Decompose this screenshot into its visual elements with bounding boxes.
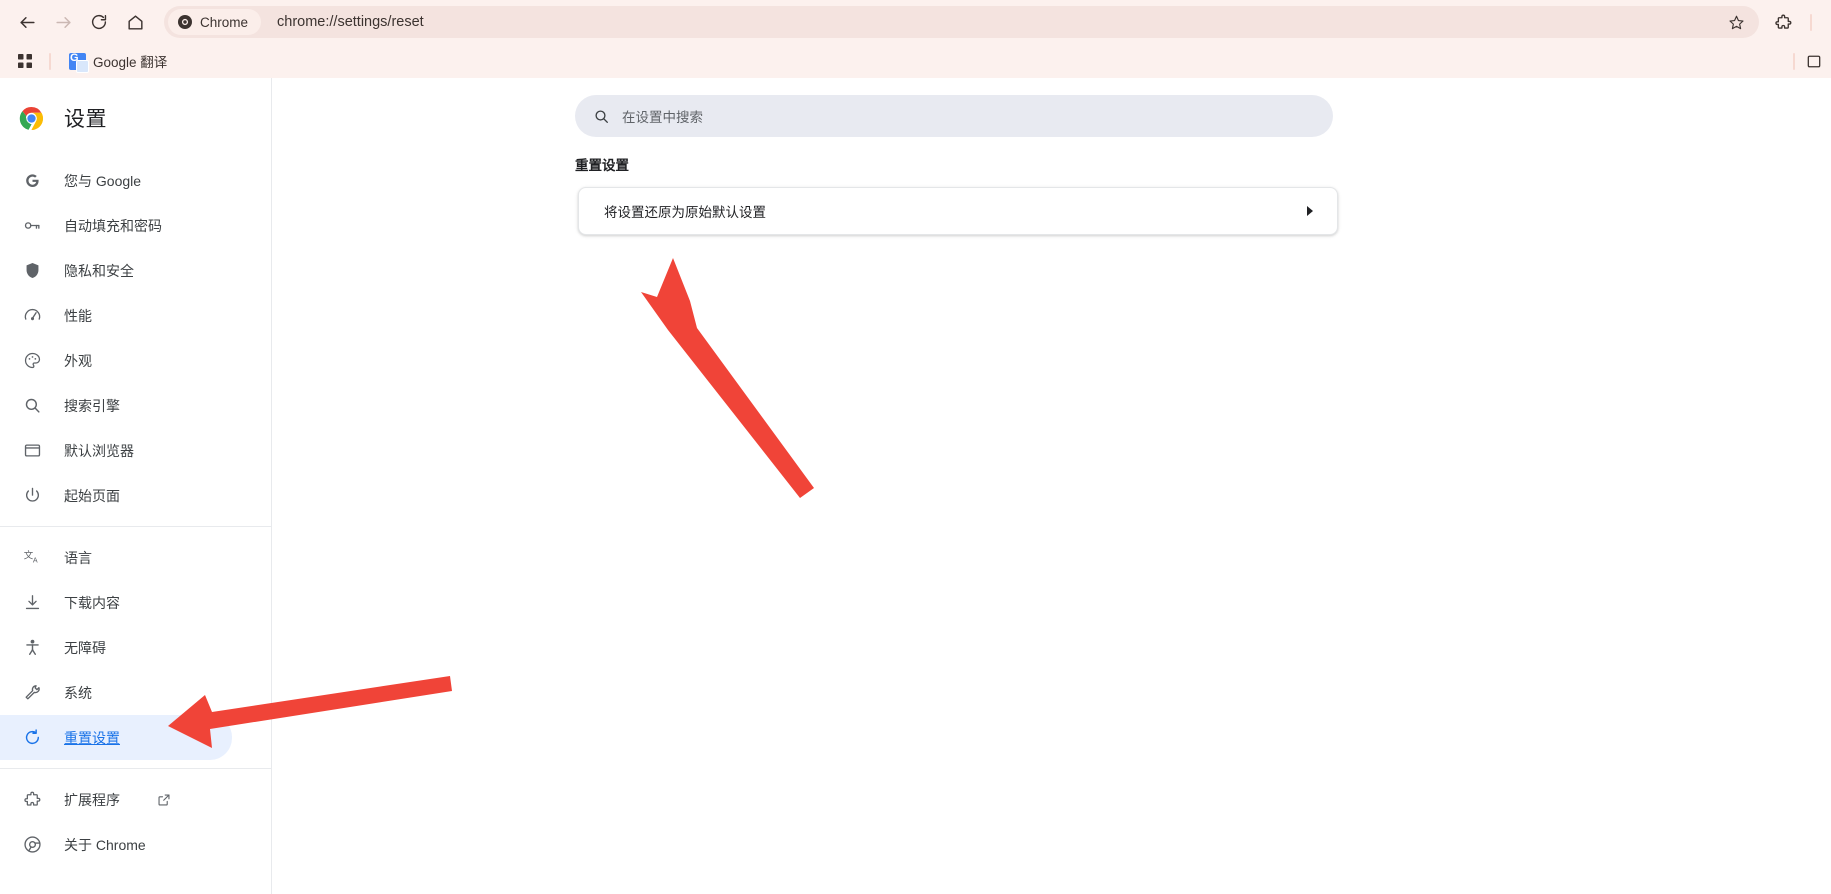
open-in-new-icon: [156, 792, 172, 808]
back-button[interactable]: [10, 5, 44, 39]
omnibox-url-text: chrome://settings/reset: [277, 14, 424, 30]
bookmark-label: Google 翻译: [93, 55, 168, 70]
home-button[interactable]: [118, 5, 152, 39]
page-title: 设置: [64, 108, 107, 131]
sidebar-item-on-startup[interactable]: 起始页面: [0, 473, 271, 518]
sidebar-item-autofill-passwords[interactable]: 自动填充和密码: [0, 203, 271, 248]
google-translate-icon: [69, 52, 89, 73]
chrome-icon: [178, 15, 192, 29]
restore-defaults-row[interactable]: 将设置还原为原始默认设置: [578, 187, 1338, 235]
sidebar-divider-2: [0, 768, 271, 769]
section-title-reset-settings: 重置设置: [575, 158, 629, 173]
search-input[interactable]: 在设置中搜索: [575, 95, 1333, 137]
settings-page: 设置 您与 Google 自动填充和密码 隐私和安全 性能 外观 搜索引擎 默认…: [0, 78, 1831, 894]
sidebar-item-search-engine[interactable]: 搜索引擎: [0, 383, 271, 428]
bookmarks-bar: Google 翻译: [0, 44, 1831, 78]
sidebar-item-appearance[interactable]: 外观: [0, 338, 271, 383]
apps-shortcut-button[interactable]: [10, 47, 40, 75]
sidebar-item-you-and-google[interactable]: 您与 Google: [0, 158, 271, 203]
sidebar-item-extensions[interactable]: 扩展程序: [0, 777, 271, 822]
sidebar-item-accessibility[interactable]: 无障碍: [0, 625, 271, 670]
sidebar-item-label: 扩展程序: [64, 791, 120, 808]
sidebar-item-system[interactable]: 系统: [0, 670, 271, 715]
address-bar[interactable]: Chrome chrome://settings/reset: [164, 6, 1759, 38]
omnibox-chrome-chip: Chrome: [168, 9, 262, 35]
sidebar-item-label: 您与 Google: [64, 172, 142, 189]
settings-search-wrap: 在设置中搜索: [575, 95, 1333, 137]
download-icon: [22, 593, 42, 613]
search-placeholder: 在设置中搜索: [622, 110, 703, 125]
settings-main: 在设置中搜索 重置设置 将设置还原为原始默认设置: [272, 78, 1831, 894]
sidebar-item-label: 搜索引擎: [64, 397, 120, 414]
sidebar-item-performance[interactable]: 性能: [0, 293, 271, 338]
bookmark-item-google-translate[interactable]: Google 翻译: [63, 48, 173, 74]
sidebar-item-privacy-security[interactable]: 隐私和安全: [0, 248, 271, 293]
chrome-icon: [22, 835, 42, 855]
sidebar-item-label: 隐私和安全: [64, 262, 134, 279]
sidebar-item-label: 系统: [64, 684, 92, 701]
speedometer-icon: [22, 306, 42, 326]
chevron-right-icon: [1307, 206, 1313, 216]
restore-defaults-label: 将设置还原为原始默认设置: [604, 205, 766, 220]
reload-icon: [91, 14, 107, 30]
arrow-right-icon: [55, 16, 71, 28]
forward-button[interactable]: [46, 5, 80, 39]
bookmark-star-button[interactable]: [1721, 7, 1751, 37]
shield-icon: [22, 261, 42, 281]
apps-grid-icon: [18, 54, 32, 68]
bookmarks-overflow-button[interactable]: [1807, 51, 1821, 71]
browser-chrome: Chrome chrome://settings/reset G Google …: [0, 0, 1831, 78]
sidebar-item-label: 自动填充和密码: [64, 217, 162, 234]
sidebar-item-label: 关于 Chrome: [64, 836, 146, 853]
sidebar-item-label: 起始页面: [64, 487, 120, 504]
reload-button[interactable]: [82, 5, 116, 39]
wrench-icon: [22, 683, 42, 703]
sidebar-item-label: 语言: [64, 549, 92, 566]
star-icon: [1728, 15, 1744, 29]
sidebar-item-about-chrome[interactable]: 关于 Chrome: [0, 822, 271, 867]
sidebar-divider-1: [0, 526, 271, 527]
palette-icon: [22, 351, 42, 371]
reset-restore-icon: [22, 728, 42, 748]
sidebar-item-reset-settings[interactable]: 重置设置: [0, 715, 232, 760]
chrome-logo-icon: [19, 106, 43, 130]
arrow-left-icon: [19, 16, 35, 28]
omnibox-chip-label: Chrome: [200, 14, 249, 30]
browser-window-icon: [22, 441, 42, 461]
sidebar-item-languages[interactable]: 文 A 语言: [0, 535, 271, 580]
power-icon: [22, 486, 42, 506]
sidebar-item-label: 性能: [64, 307, 92, 324]
sidebar-item-label: 外观: [64, 352, 92, 369]
translate-icon: 文 A: [22, 548, 42, 568]
bookmarks-right-divider: [1793, 52, 1795, 70]
puzzle-icon: [22, 790, 42, 810]
browser-toolbar: Chrome chrome://settings/reset: [0, 0, 1831, 44]
settings-header: 设置: [0, 90, 271, 146]
extensions-button[interactable]: [1767, 6, 1799, 38]
sidebar-item-default-browser[interactable]: 默认浏览器: [0, 428, 271, 473]
sidebar-item-downloads[interactable]: 下载内容: [0, 580, 271, 625]
home-icon: [127, 14, 143, 30]
svg-text:A: A: [32, 556, 37, 564]
settings-nav: 您与 Google 自动填充和密码 隐私和安全 性能 外观 搜索引擎 默认浏览器…: [0, 158, 271, 867]
puzzle-icon: [1774, 14, 1791, 29]
toolbar-divider: [1810, 13, 1812, 31]
accessibility-icon: [22, 638, 42, 658]
key-icon: [22, 216, 42, 236]
search-icon: [595, 109, 608, 123]
sidebar-item-label: 无障碍: [64, 639, 106, 656]
sidebar-item-label: 默认浏览器: [64, 442, 134, 459]
bookmarks-divider: [49, 52, 51, 70]
google-g-icon: [22, 171, 42, 191]
settings-sidebar: 设置 您与 Google 自动填充和密码 隐私和安全 性能 外观 搜索引擎 默认…: [0, 78, 272, 894]
sidebar-item-label: 重置设置: [64, 729, 120, 746]
search-icon: [22, 396, 42, 416]
sidebar-item-label: 下载内容: [64, 594, 120, 611]
reading-list-icon: [1807, 55, 1821, 67]
